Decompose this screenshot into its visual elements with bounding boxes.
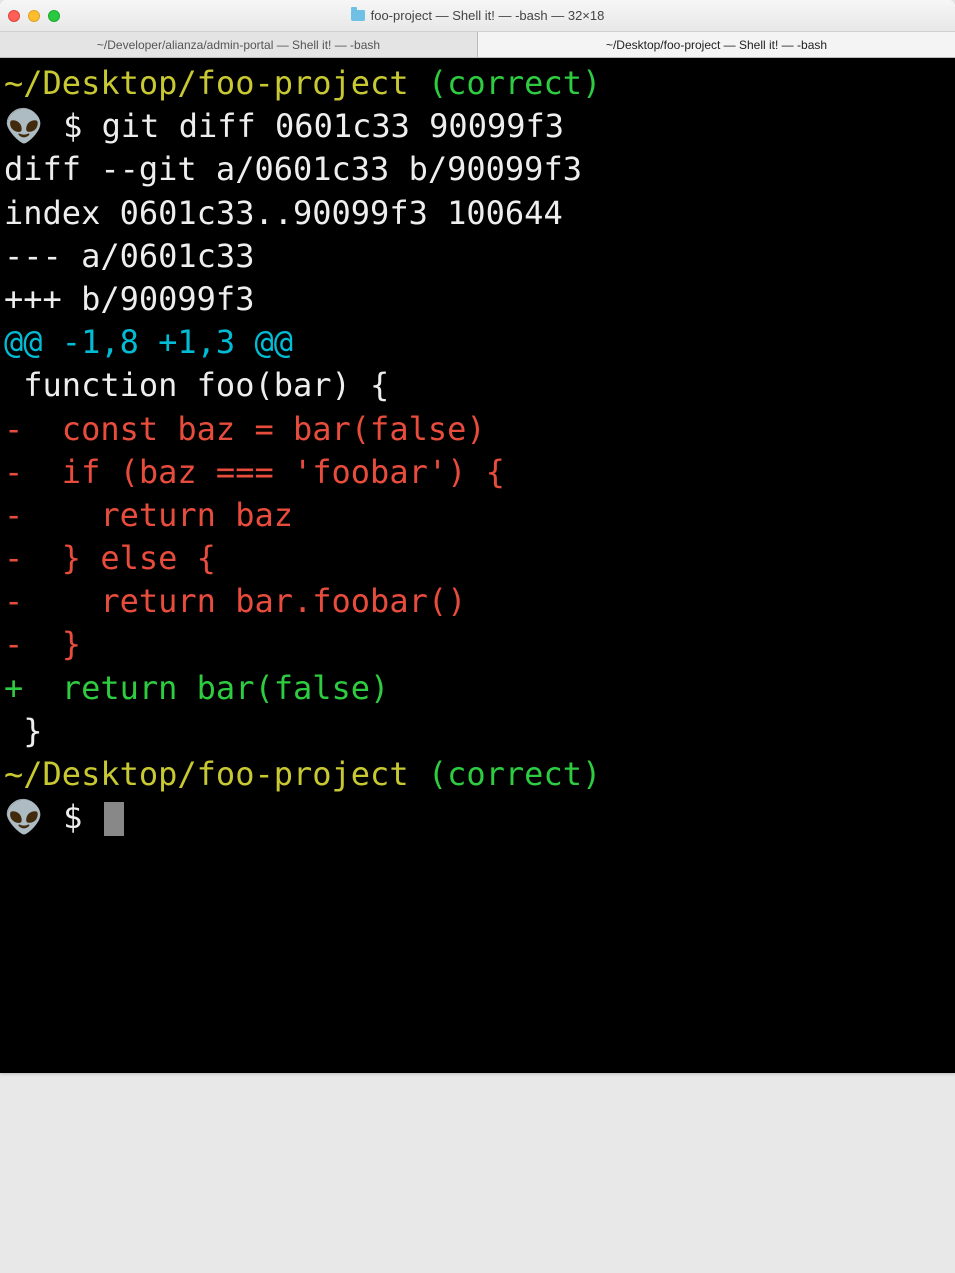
- diff-context: function foo(bar) {: [4, 364, 951, 407]
- cursor-icon: [104, 802, 124, 836]
- diff-removed: - } else {: [4, 537, 951, 580]
- minimize-icon[interactable]: [28, 10, 40, 22]
- prompt-path: ~/Desktop/foo-project: [4, 64, 409, 102]
- prompt-emoji-icon: 👽: [4, 798, 44, 836]
- diff-header: diff --git a/0601c33 b/90099f3: [4, 148, 951, 191]
- window-titlebar: foo-project — Shell it! — -bash — 32×18: [0, 0, 955, 32]
- window-title: foo-project — Shell it! — -bash — 32×18: [0, 8, 955, 23]
- prompt-emoji-icon: 👽: [4, 107, 44, 145]
- diff-file-b: +++ b/90099f3: [4, 278, 951, 321]
- diff-index: index 0601c33..90099f3 100644: [4, 192, 951, 235]
- terminal-output[interactable]: ~/Desktop/foo-project (correct) 👽 $ git d…: [0, 58, 955, 1073]
- maximize-icon[interactable]: [48, 10, 60, 22]
- git-branch: (correct): [428, 755, 601, 793]
- diff-hunk: @@ -1,8 +1,3 @@: [4, 321, 951, 364]
- diff-removed: - if (baz === 'foobar') {: [4, 451, 951, 494]
- diff-removed: - return baz: [4, 494, 951, 537]
- diff-removed: - return bar.foobar(): [4, 580, 951, 623]
- terminal-window: foo-project — Shell it! — -bash — 32×18 …: [0, 0, 955, 1073]
- close-icon[interactable]: [8, 10, 20, 22]
- git-branch: (correct): [428, 64, 601, 102]
- diff-file-a: --- a/0601c33: [4, 235, 951, 278]
- prompt-symbol: $: [63, 107, 82, 145]
- diff-removed: - }: [4, 623, 951, 666]
- tab-admin-portal[interactable]: ~/Developer/alianza/admin-portal — Shell…: [0, 32, 478, 57]
- window-controls: [8, 10, 60, 22]
- window-title-text: foo-project — Shell it! — -bash — 32×18: [371, 8, 605, 23]
- diff-context: }: [4, 710, 951, 753]
- prompt-path: ~/Desktop/foo-project: [4, 755, 409, 793]
- tab-label: ~/Developer/alianza/admin-portal — Shell…: [97, 38, 380, 52]
- tab-foo-project[interactable]: ~/Desktop/foo-project — Shell it! — -bas…: [478, 32, 955, 57]
- diff-removed: - const baz = bar(false): [4, 408, 951, 451]
- tab-bar: ~/Developer/alianza/admin-portal — Shell…: [0, 32, 955, 58]
- command-text: git diff 0601c33 90099f3: [102, 107, 564, 145]
- folder-icon: [351, 10, 365, 21]
- diff-added: + return bar(false): [4, 667, 951, 710]
- tab-label: ~/Desktop/foo-project — Shell it! — -bas…: [606, 38, 827, 52]
- prompt-symbol: $: [63, 798, 82, 836]
